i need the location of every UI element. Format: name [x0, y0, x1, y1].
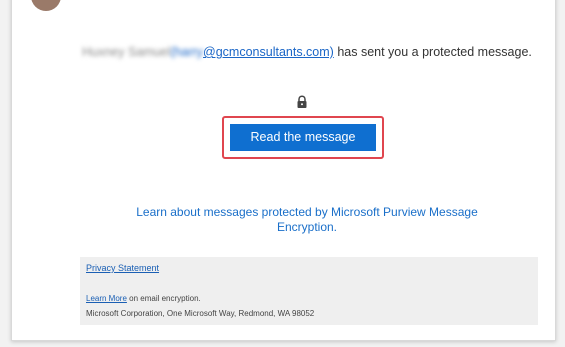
- read-the-message-button[interactable]: Read the message: [230, 124, 376, 151]
- sender-message: Huxney Samuel(harry@gcmconsultants.com) …: [72, 44, 542, 61]
- learn-more-suffix: on email encryption.: [126, 294, 201, 303]
- footer: Privacy Statement Learn More on email en…: [80, 257, 538, 325]
- read-button-highlight: Read the message: [222, 116, 384, 159]
- sender-name: Huxney Samuel: [82, 45, 171, 59]
- email-card: Huxney Samuel(harry@gcmconsultants.com) …: [11, 0, 556, 341]
- learn-more-link[interactable]: Learn More: [86, 294, 127, 303]
- sender-email-link[interactable]: @gcmconsultants.com): [203, 45, 334, 59]
- sender-email-prefix: (harry: [170, 45, 204, 59]
- privacy-statement-link[interactable]: Privacy Statement: [86, 263, 159, 273]
- learn-about-encryption-link[interactable]: Learn about messages protected by Micros…: [107, 205, 507, 235]
- avatar: [31, 0, 61, 11]
- lock-icon: [297, 95, 307, 108]
- sent-text: has sent you a protected message.: [337, 45, 532, 59]
- company-address: Microsoft Corporation, One Microsoft Way…: [86, 309, 315, 318]
- learn-more-line: Learn More on email encryption.: [86, 294, 201, 303]
